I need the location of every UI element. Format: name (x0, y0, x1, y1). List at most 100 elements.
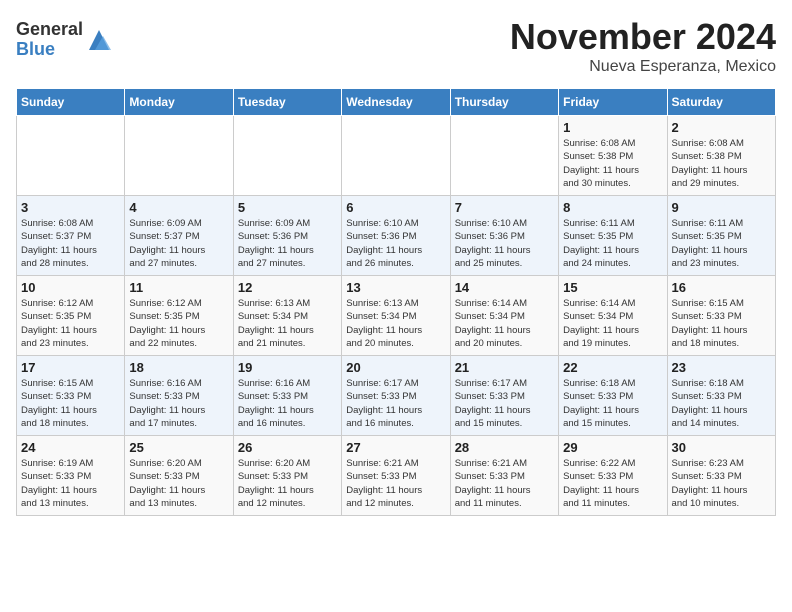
day-detail: Sunrise: 6:12 AM Sunset: 5:35 PM Dayligh… (129, 297, 228, 350)
header-saturday: Saturday (667, 89, 775, 116)
location-subtitle: Nueva Esperanza, Mexico (510, 58, 776, 76)
calendar-cell (342, 116, 450, 196)
day-number: 10 (21, 280, 120, 295)
day-detail: Sunrise: 6:20 AM Sunset: 5:33 PM Dayligh… (129, 457, 228, 510)
calendar-cell: 8Sunrise: 6:11 AM Sunset: 5:35 PM Daylig… (559, 196, 667, 276)
calendar-cell: 10 Sunrise: 6:12 AM Sunset: 5:35 PM Dayli… (17, 276, 125, 356)
day-number: 3 (21, 200, 120, 215)
page-header: General Blue November 2024 Nueva Esperan… (16, 16, 776, 76)
day-number: 13 (346, 280, 445, 295)
day-number: 15 (563, 280, 662, 295)
logo-icon (85, 26, 113, 54)
calendar-cell: 17Sunrise: 6:15 AM Sunset: 5:33 PM Dayli… (17, 356, 125, 436)
day-detail: Sunrise: 6:08 AM Sunset: 5:38 PM Dayligh… (563, 137, 662, 190)
calendar-cell: 27 Sunrise: 6:21 AM Sunset: 5:33 PM Dayli… (342, 436, 450, 516)
day-detail: Sunrise: 6:08 AM Sunset: 5:38 PM Dayligh… (672, 137, 771, 190)
header-thursday: Thursday (450, 89, 558, 116)
logo-general-text: General (16, 20, 83, 40)
day-detail: Sunrise: 6:11 AM Sunset: 5:35 PM Dayligh… (563, 217, 662, 270)
calendar-week-row: 17Sunrise: 6:15 AM Sunset: 5:33 PM Dayli… (17, 356, 776, 436)
day-detail: Sunrise: 6:17 AM Sunset: 5:33 PM Dayligh… (346, 377, 445, 430)
calendar-cell: 2 Sunrise: 6:08 AM Sunset: 5:38 PM Daylig… (667, 116, 775, 196)
header-tuesday: Tuesday (233, 89, 341, 116)
day-number: 25 (129, 440, 228, 455)
header-friday: Friday (559, 89, 667, 116)
day-number: 9 (672, 200, 771, 215)
day-number: 2 (672, 120, 771, 135)
day-number: 7 (455, 200, 554, 215)
day-detail: Sunrise: 6:13 AM Sunset: 5:34 PM Dayligh… (346, 297, 445, 350)
calendar-cell (233, 116, 341, 196)
calendar-cell: 20 Sunrise: 6:17 AM Sunset: 5:33 PM Dayli… (342, 356, 450, 436)
day-detail: Sunrise: 6:23 AM Sunset: 5:33 PM Dayligh… (672, 457, 771, 510)
day-number: 17 (21, 360, 120, 375)
day-number: 24 (21, 440, 120, 455)
calendar-cell: 24 Sunrise: 6:19 AM Sunset: 5:33 PM Dayli… (17, 436, 125, 516)
day-detail: Sunrise: 6:14 AM Sunset: 5:34 PM Dayligh… (455, 297, 554, 350)
day-number: 12 (238, 280, 337, 295)
day-number: 16 (672, 280, 771, 295)
calendar-cell: 18 Sunrise: 6:16 AM Sunset: 5:33 PM Dayli… (125, 356, 233, 436)
day-number: 29 (563, 440, 662, 455)
day-number: 22 (563, 360, 662, 375)
day-number: 6 (346, 200, 445, 215)
day-number: 11 (129, 280, 228, 295)
day-detail: Sunrise: 6:20 AM Sunset: 5:33 PM Dayligh… (238, 457, 337, 510)
calendar-cell: 22 Sunrise: 6:18 AM Sunset: 5:33 PM Dayli… (559, 356, 667, 436)
calendar-cell: 4Sunrise: 6:09 AM Sunset: 5:37 PM Daylig… (125, 196, 233, 276)
header-monday: Monday (125, 89, 233, 116)
day-number: 19 (238, 360, 337, 375)
header-sunday: Sunday (17, 89, 125, 116)
calendar-cell: 12 Sunrise: 6:13 AM Sunset: 5:34 PM Dayli… (233, 276, 341, 356)
day-detail: Sunrise: 6:16 AM Sunset: 5:33 PM Dayligh… (129, 377, 228, 430)
calendar-cell: 23 Sunrise: 6:18 AM Sunset: 5:33 PM Dayli… (667, 356, 775, 436)
calendar-cell: 5Sunrise: 6:09 AM Sunset: 5:36 PM Daylig… (233, 196, 341, 276)
day-number: 28 (455, 440, 554, 455)
day-number: 26 (238, 440, 337, 455)
calendar-cell (17, 116, 125, 196)
day-detail: Sunrise: 6:18 AM Sunset: 5:33 PM Dayligh… (563, 377, 662, 430)
day-detail: Sunrise: 6:11 AM Sunset: 5:35 PM Dayligh… (672, 217, 771, 270)
day-number: 20 (346, 360, 445, 375)
calendar-cell: 6Sunrise: 6:10 AM Sunset: 5:36 PM Daylig… (342, 196, 450, 276)
day-number: 4 (129, 200, 228, 215)
calendar-cell: 30 Sunrise: 6:23 AM Sunset: 5:33 PM Dayli… (667, 436, 775, 516)
day-detail: Sunrise: 6:14 AM Sunset: 5:34 PM Dayligh… (563, 297, 662, 350)
day-detail: Sunrise: 6:19 AM Sunset: 5:33 PM Dayligh… (21, 457, 120, 510)
day-number: 18 (129, 360, 228, 375)
calendar-cell: 3 Sunrise: 6:08 AM Sunset: 5:37 PM Daylig… (17, 196, 125, 276)
day-detail: Sunrise: 6:13 AM Sunset: 5:34 PM Dayligh… (238, 297, 337, 350)
calendar-cell: 9 Sunrise: 6:11 AM Sunset: 5:35 PM Daylig… (667, 196, 775, 276)
calendar-week-row: 24 Sunrise: 6:19 AM Sunset: 5:33 PM Dayli… (17, 436, 776, 516)
calendar-cell: 16 Sunrise: 6:15 AM Sunset: 5:33 PM Dayli… (667, 276, 775, 356)
calendar-cell: 19Sunrise: 6:16 AM Sunset: 5:33 PM Dayli… (233, 356, 341, 436)
header-wednesday: Wednesday (342, 89, 450, 116)
day-number: 14 (455, 280, 554, 295)
day-detail: Sunrise: 6:10 AM Sunset: 5:36 PM Dayligh… (455, 217, 554, 270)
logo-blue-text: Blue (16, 40, 83, 60)
calendar-header-row: SundayMondayTuesdayWednesdayThursdayFrid… (17, 89, 776, 116)
day-number: 30 (672, 440, 771, 455)
day-detail: Sunrise: 6:17 AM Sunset: 5:33 PM Dayligh… (455, 377, 554, 430)
day-detail: Sunrise: 6:21 AM Sunset: 5:33 PM Dayligh… (346, 457, 445, 510)
day-number: 23 (672, 360, 771, 375)
calendar-cell (125, 116, 233, 196)
calendar-cell: 15 Sunrise: 6:14 AM Sunset: 5:34 PM Dayli… (559, 276, 667, 356)
calendar-cell: 25 Sunrise: 6:20 AM Sunset: 5:33 PM Dayli… (125, 436, 233, 516)
calendar-cell: 11 Sunrise: 6:12 AM Sunset: 5:35 PM Dayli… (125, 276, 233, 356)
day-detail: Sunrise: 6:08 AM Sunset: 5:37 PM Dayligh… (21, 217, 120, 270)
day-detail: Sunrise: 6:21 AM Sunset: 5:33 PM Dayligh… (455, 457, 554, 510)
day-detail: Sunrise: 6:12 AM Sunset: 5:35 PM Dayligh… (21, 297, 120, 350)
title-block: November 2024 Nueva Esperanza, Mexico (510, 16, 776, 76)
day-number: 5 (238, 200, 337, 215)
month-title: November 2024 (510, 16, 776, 58)
day-number: 27 (346, 440, 445, 455)
day-number: 1 (563, 120, 662, 135)
day-detail: Sunrise: 6:18 AM Sunset: 5:33 PM Dayligh… (672, 377, 771, 430)
calendar-week-row: 10 Sunrise: 6:12 AM Sunset: 5:35 PM Dayli… (17, 276, 776, 356)
calendar-week-row: 3 Sunrise: 6:08 AM Sunset: 5:37 PM Daylig… (17, 196, 776, 276)
day-detail: Sunrise: 6:22 AM Sunset: 5:33 PM Dayligh… (563, 457, 662, 510)
day-detail: Sunrise: 6:15 AM Sunset: 5:33 PM Dayligh… (672, 297, 771, 350)
calendar-cell: 26 Sunrise: 6:20 AM Sunset: 5:33 PM Dayli… (233, 436, 341, 516)
logo: General Blue (16, 20, 113, 60)
